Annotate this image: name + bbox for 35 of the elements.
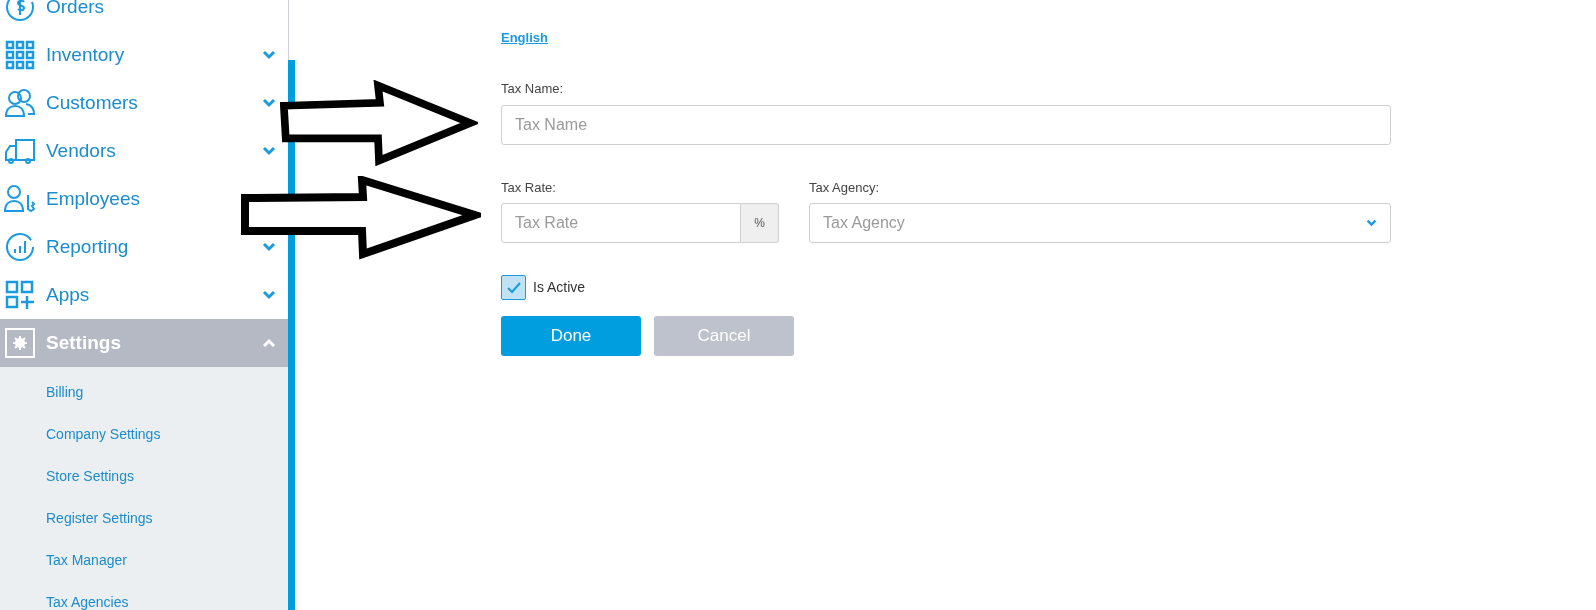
settings-icon	[4, 327, 36, 359]
chart-icon	[4, 231, 36, 263]
sidebar-subitem[interactable]: Store Settings	[46, 465, 134, 487]
field-label: Tax Name:	[501, 80, 565, 98]
apps-icon	[4, 279, 36, 311]
chevron-down-icon	[1366, 219, 1377, 227]
sidebar-subitem[interactable]: Register Settings	[46, 507, 153, 529]
sidebar-item[interactable]: Reporting	[4, 231, 129, 263]
dollar-icon	[4, 0, 36, 23]
checkbox[interactable]	[501, 275, 526, 300]
people-icon	[4, 87, 36, 119]
check-icon	[506, 281, 521, 294]
grid-icon	[4, 39, 36, 71]
sidebar-subitem[interactable]: Tax Manager	[46, 549, 127, 571]
sidebar-item[interactable]: Vendors	[4, 135, 116, 167]
sidebar-item[interactable]: Apps	[4, 279, 90, 311]
sidebar-subitem[interactable]: Tax Agencies	[46, 591, 129, 610]
sidebar-item[interactable]: Customers	[4, 87, 138, 119]
sidebar-item[interactable]: Employees	[4, 183, 140, 215]
language-link[interactable]: English	[501, 28, 548, 48]
field-label: Tax Rate:	[501, 178, 557, 197]
field-label: Tax Agency:	[809, 178, 881, 197]
scrollbar-thumb[interactable]	[288, 0, 295, 60]
sidebar-subitem[interactable]: Billing	[46, 381, 84, 403]
sidebar-item[interactable]: Inventory	[4, 39, 125, 71]
done-button[interactable]: Done	[501, 316, 641, 356]
tax-rate-field[interactable]: Tax Rate	[501, 203, 741, 243]
cancel-button[interactable]: Cancel	[654, 316, 794, 356]
sidebar-item[interactable]: Settings	[4, 327, 121, 359]
tax-agency-dropdown[interactable]: Tax Agency	[809, 203, 1391, 243]
checkbox-label: Is Active	[533, 278, 586, 297]
percent-addon: %	[741, 203, 779, 243]
tax-name-field[interactable]: Tax Name	[501, 104, 1391, 145]
person-icon	[4, 183, 36, 215]
sidebar-subitem[interactable]: Company Settings	[46, 423, 161, 445]
